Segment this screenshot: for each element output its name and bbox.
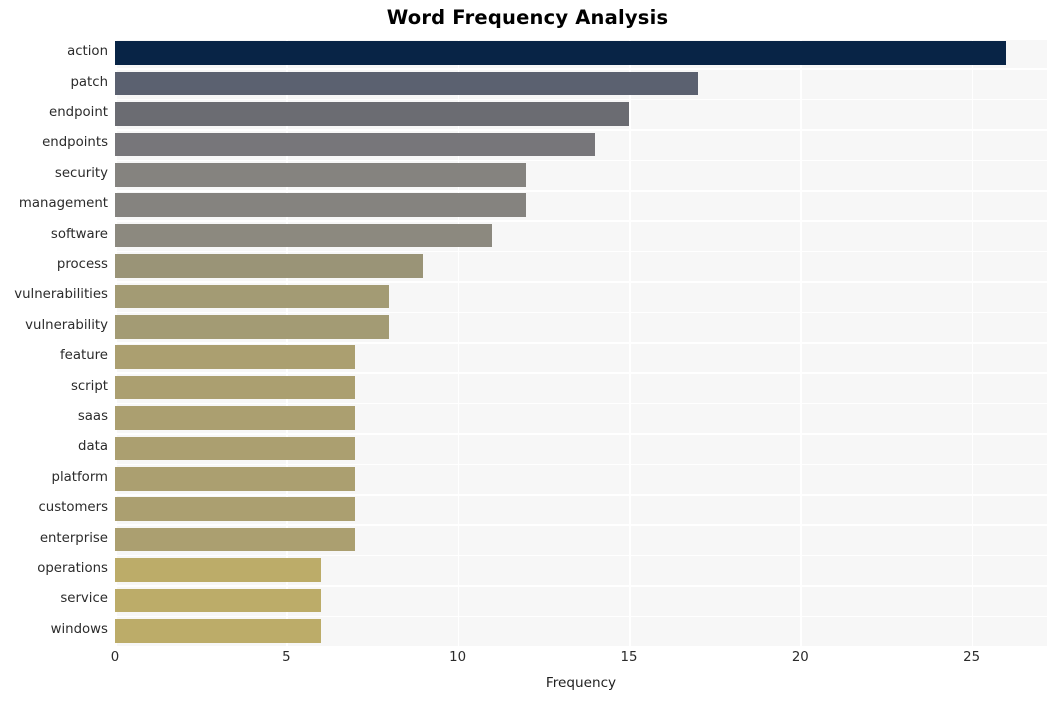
chart-figure: Word Frequency Analysis action patch endpo… [0,0,1055,701]
bar [115,345,355,370]
bar [115,527,355,552]
bar [115,466,355,491]
y-axis-tick-label: management [18,196,108,212]
bar [115,41,1006,66]
bar [115,132,595,157]
y-axis-tick-label: customers [38,500,108,516]
y-axis-tick-label: patch [70,74,108,90]
x-axis-tick-label: 25 [963,650,981,665]
y-axis-tick-label: security [54,165,108,181]
y-axis-tick-label: platform [51,469,109,485]
y-axis-tick-label: data [78,439,108,455]
bar [115,223,492,248]
bar [115,284,390,309]
y-axis-tick-label: service [60,591,108,607]
x-axis-tick-label: 15 [620,650,638,665]
bar [115,406,355,430]
bar [115,436,355,461]
y-axis-tick-label: endpoint [49,105,108,120]
bar [115,102,629,126]
bar [115,193,527,218]
plot-area [115,38,1047,646]
y-axis-tick-label: windows [50,621,108,637]
y-axis-tick-labels: action patch endpoint endpoints security mana… [0,38,108,646]
bar [115,375,355,400]
bars-layer [115,38,1047,646]
bar [115,558,321,582]
y-axis-tick-label: action [67,44,108,60]
y-axis-tick-label: process [56,257,108,272]
bar [115,314,390,339]
y-axis-tick-label: software [50,226,108,242]
y-axis-tick-label: script [70,378,108,394]
bar [115,497,355,522]
bar [115,588,321,613]
x-axis-title: Frequency [545,675,617,691]
x-axis-tick-label: 20 [791,650,809,665]
y-axis-tick-label: vulnerability [25,317,108,333]
y-axis-tick-label: feature [59,348,108,364]
x-axis-tick-label: 10 [449,650,467,665]
y-axis-tick-label: operations [37,561,108,576]
y-axis-tick-label: enterprise [39,530,108,546]
y-axis-tick-label: vulnerabilities [14,287,108,303]
y-axis-tick-label: saas [77,409,108,424]
x-axis-tick-labels: 0 5 10 15 20 25 [0,650,1055,674]
bar [115,162,527,187]
chart-title: Word Frequency Analysis [386,6,669,29]
x-axis-tick-label: 0 [110,650,120,665]
x-axis-tick-label: 5 [282,650,291,665]
bar [115,618,321,643]
bar [115,71,698,96]
bar [115,254,424,278]
y-axis-tick-label: endpoints [42,135,108,151]
